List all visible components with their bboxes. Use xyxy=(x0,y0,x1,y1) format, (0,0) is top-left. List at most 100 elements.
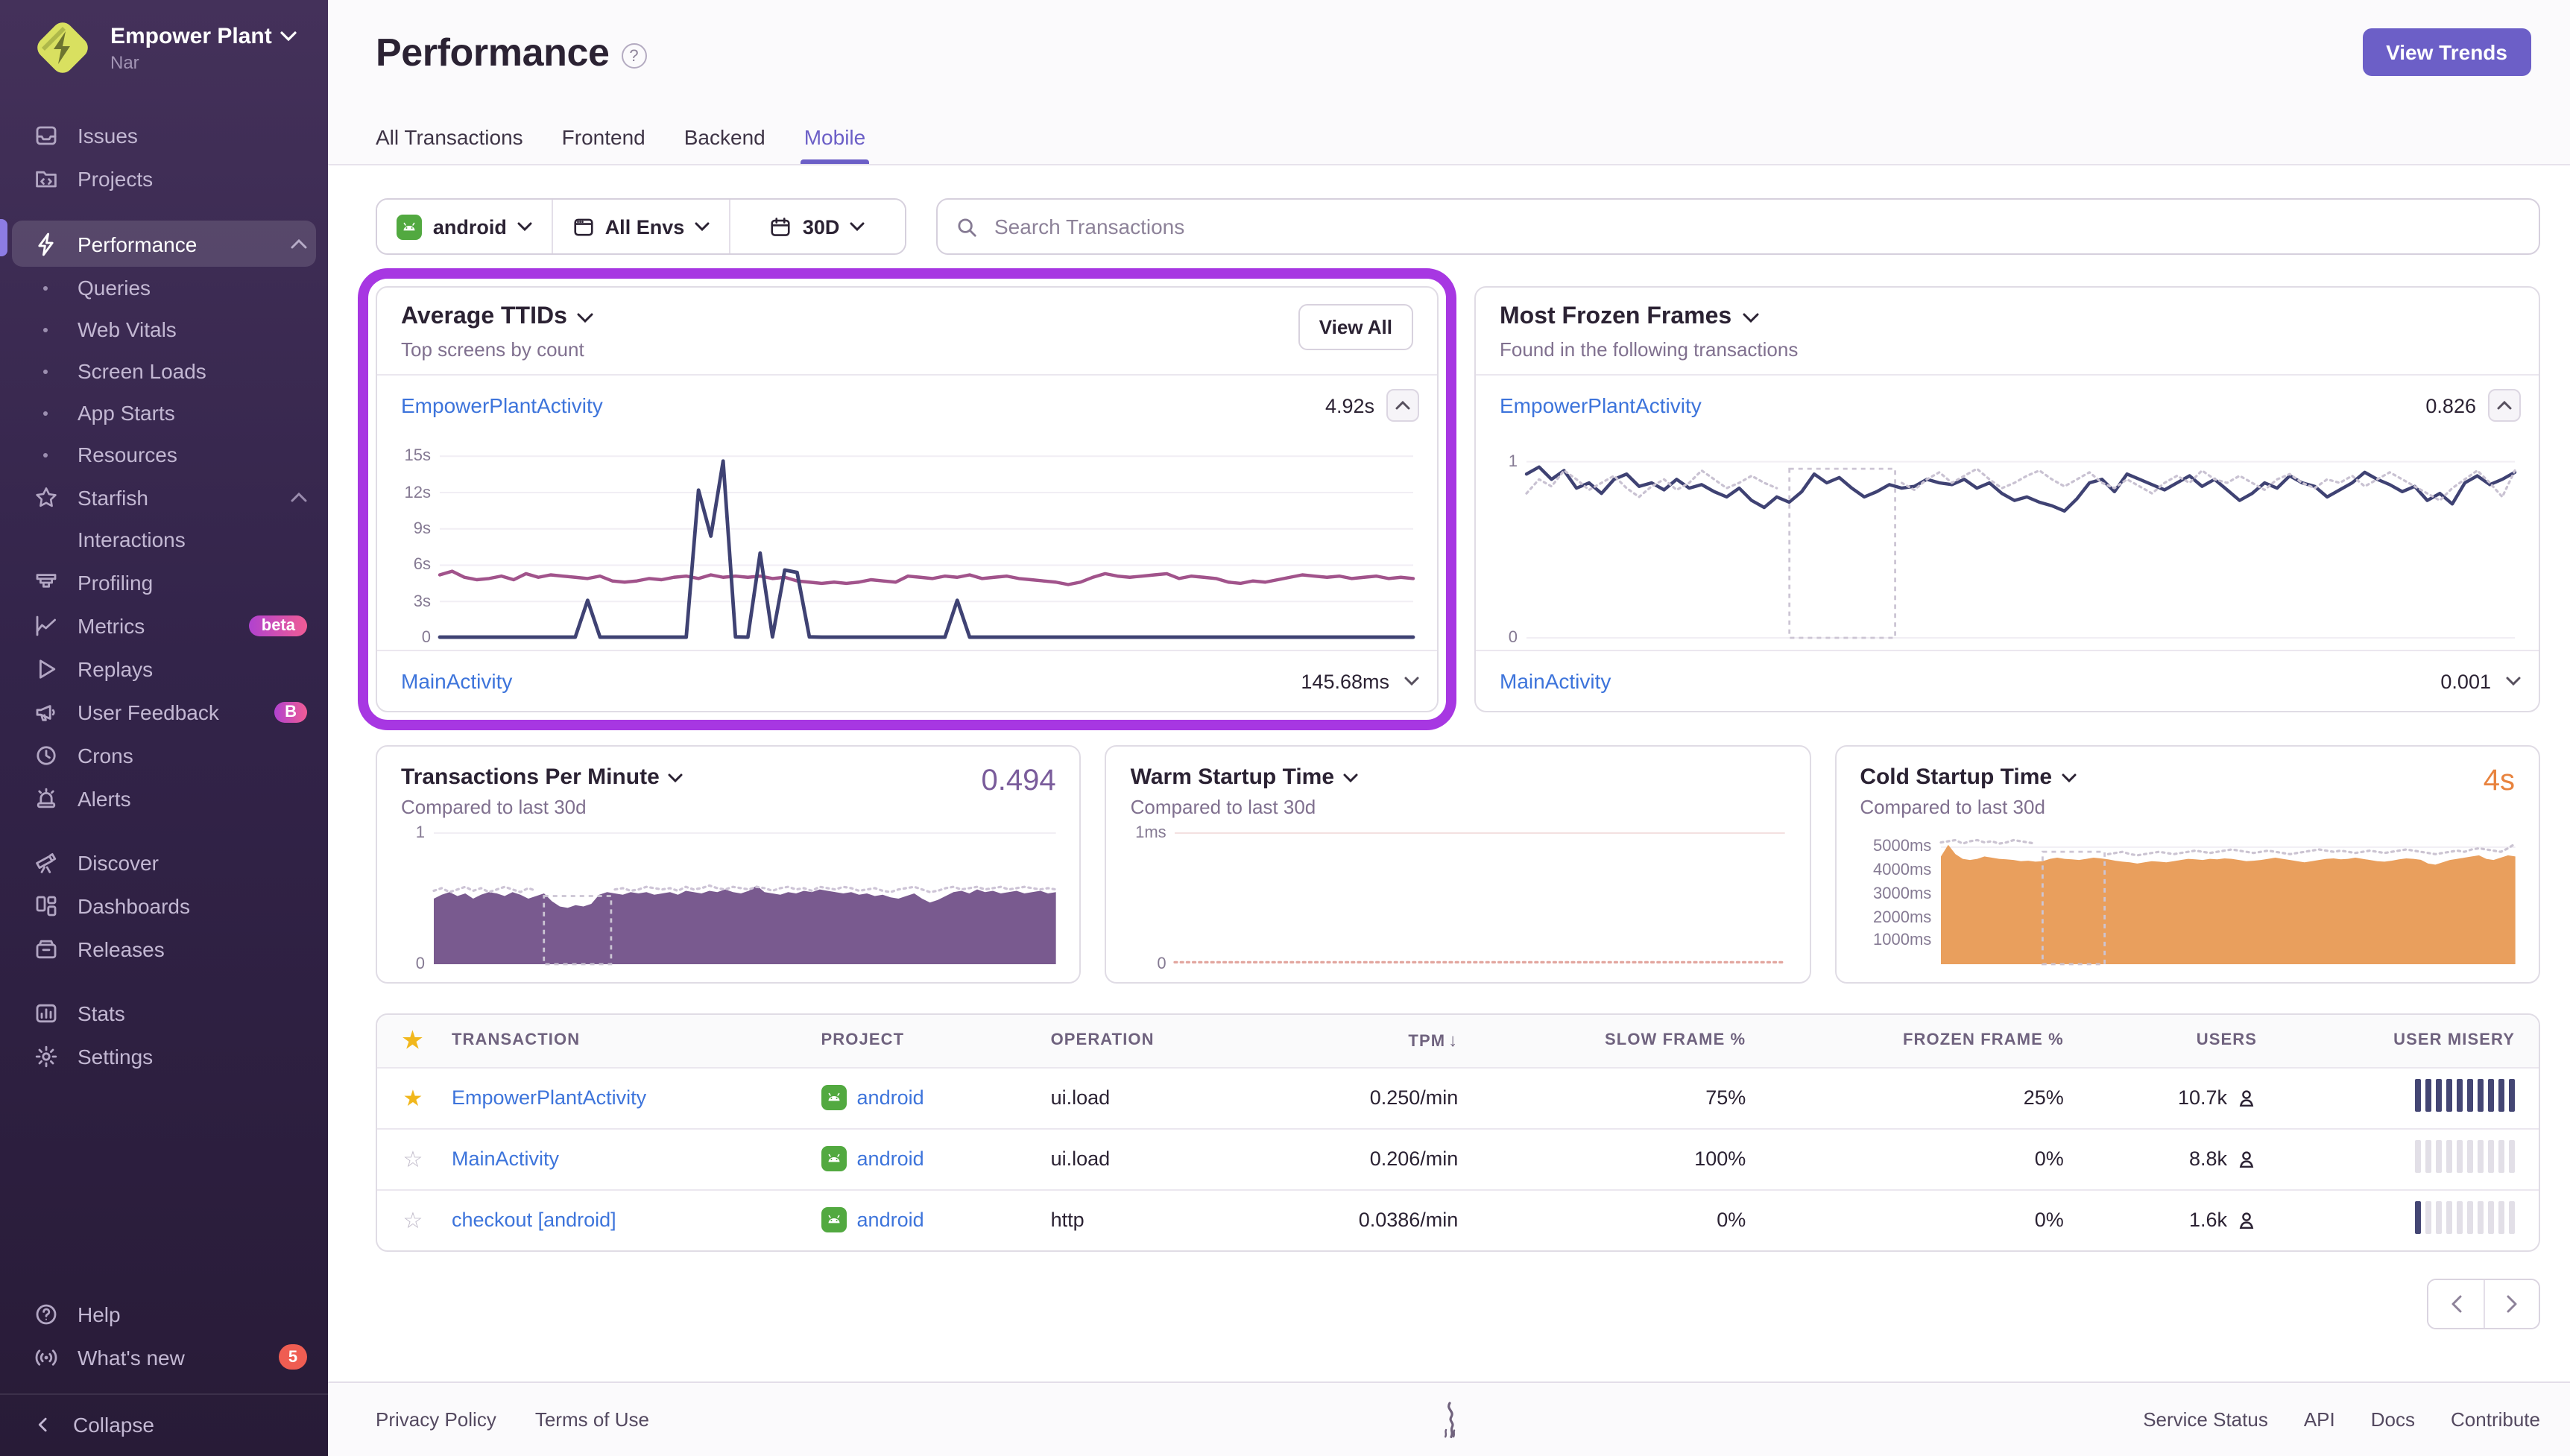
sidebar-item-help[interactable]: Help xyxy=(0,1292,328,1335)
sidebar-item-profiling[interactable]: Profiling xyxy=(0,560,328,604)
users-count: 1.6k xyxy=(2188,1209,2228,1232)
search-input[interactable] xyxy=(991,213,2521,240)
help-question-icon[interactable]: ? xyxy=(621,43,647,69)
user-misery-bars xyxy=(2415,1079,2515,1112)
project-link[interactable]: android xyxy=(821,1085,1003,1110)
star-toggle[interactable]: ★ xyxy=(403,1086,423,1111)
terms-of-use-link[interactable]: Terms of Use xyxy=(535,1408,649,1431)
sidebar-item-starfish[interactable]: Starfish xyxy=(0,475,328,519)
contribute-link[interactable]: Contribute xyxy=(2451,1408,2540,1431)
bullet-icon xyxy=(33,285,58,290)
sidebar-item-whats-new[interactable]: What's new 5 xyxy=(0,1335,328,1379)
privacy-policy-link[interactable]: Privacy Policy xyxy=(376,1408,496,1431)
transaction-link[interactable]: checkout [android] xyxy=(452,1209,616,1232)
user-misery-bars xyxy=(2415,1140,2515,1173)
telescope-icon xyxy=(33,849,58,875)
main-content: Performance ? View Trends All Transactio… xyxy=(328,0,2570,1456)
sidebar-bottom: Help What's new 5 Collapse xyxy=(0,1292,328,1456)
api-link[interactable]: API xyxy=(2304,1408,2335,1431)
col-transaction: Transaction xyxy=(428,1015,798,1067)
star-icon xyxy=(33,484,58,510)
sidebar-item-projects[interactable]: Projects xyxy=(0,156,328,200)
table-row: ☆ checkout [android] android http 0.0386… xyxy=(377,1188,2539,1250)
card-subtitle: Compared to last 30d xyxy=(1860,796,2045,818)
card-title-dropdown[interactable]: Transactions Per Minute xyxy=(401,765,683,790)
slow-frame-cell: 0% xyxy=(1482,1188,1770,1250)
dashboards-icon xyxy=(33,893,58,918)
bullet-icon xyxy=(33,327,58,332)
col-tpm-sort[interactable]: TPM ↓ xyxy=(1257,1015,1483,1067)
sidebar-item-settings[interactable]: Settings xyxy=(0,1034,328,1077)
card-title-dropdown[interactable]: Most Frozen Frames xyxy=(1500,304,2515,331)
tab-bar: All Transactions Frontend Backend Mobile xyxy=(376,125,869,164)
sidebar-item-alerts[interactable]: Alerts xyxy=(0,776,328,820)
ttid-value: 145.68ms xyxy=(1301,670,1389,692)
frozen-frames-chart: 10 xyxy=(1476,435,2539,650)
star-toggle[interactable]: ☆ xyxy=(403,1209,423,1234)
most-frozen-frames-card: Most Frozen Frames Found in the followin… xyxy=(1474,286,2540,712)
org-switcher[interactable]: Empower Plant Nar xyxy=(0,0,328,92)
transaction-link[interactable]: MainActivity xyxy=(1500,669,1611,693)
sidebar-item-interactions[interactable]: Interactions xyxy=(0,519,328,560)
tab-mobile[interactable]: Mobile xyxy=(801,125,869,164)
card-title-dropdown[interactable]: Cold Startup Time xyxy=(1860,765,2076,790)
collapse-row-button[interactable] xyxy=(2488,389,2521,422)
org-logo xyxy=(33,18,92,77)
user-icon xyxy=(2236,1087,2257,1108)
user-icon xyxy=(2236,1148,2257,1169)
expand-row-button[interactable] xyxy=(2506,677,2521,686)
view-trends-button[interactable]: View Trends xyxy=(2362,28,2531,76)
calendar-icon xyxy=(770,215,792,238)
tpm-cell: 0.250/min xyxy=(1257,1066,1483,1128)
card-title-dropdown[interactable]: Average TTIDs xyxy=(401,304,1298,331)
sidebar-item-app-starts[interactable]: App Starts xyxy=(0,392,328,434)
sidebar-item-web-vitals[interactable]: Web Vitals xyxy=(0,308,328,350)
docs-link[interactable]: Docs xyxy=(2371,1408,2415,1431)
project-filter-dropdown[interactable]: android xyxy=(377,200,552,253)
date-filter-dropdown[interactable]: 30D xyxy=(728,200,905,253)
star-column-header[interactable]: ★ xyxy=(377,1015,428,1067)
star-toggle[interactable]: ☆ xyxy=(403,1147,423,1172)
frozen-value: 0.001 xyxy=(2440,670,2491,692)
sidebar-collapse-button[interactable]: Collapse xyxy=(0,1393,328,1453)
transactions-table: ★ Transaction Project Operation TPM ↓ Slo… xyxy=(376,1013,2540,1252)
sidebar-item-screen-loads[interactable]: Screen Loads xyxy=(0,350,328,392)
transaction-link[interactable]: MainActivity xyxy=(401,669,512,693)
transaction-link[interactable]: EmpowerPlantActivity xyxy=(452,1086,646,1109)
sidebar-item-replays[interactable]: Replays xyxy=(0,647,328,690)
env-filter-dropdown[interactable]: All Envs xyxy=(552,200,729,253)
sidebar-item-resources[interactable]: Resources xyxy=(0,434,328,475)
bullet-icon xyxy=(33,452,58,457)
bar-chart-icon xyxy=(33,1000,58,1025)
sidebar-item-issues[interactable]: Issues xyxy=(0,113,328,156)
view-all-button[interactable]: View All xyxy=(1298,304,1413,350)
card-title-dropdown[interactable]: Warm Startup Time xyxy=(1131,765,1358,790)
transaction-link[interactable]: EmpowerPlantActivity xyxy=(401,393,603,417)
project-link[interactable]: android xyxy=(821,1207,1003,1233)
next-page-button[interactable] xyxy=(2484,1280,2539,1328)
transaction-link[interactable]: EmpowerPlantActivity xyxy=(1500,393,1702,417)
sidebar-item-metrics[interactable]: Metrics beta xyxy=(0,604,328,647)
sidebar-item-discover[interactable]: Discover xyxy=(0,841,328,884)
sidebar-item-crons[interactable]: Crons xyxy=(0,733,328,776)
transaction-link[interactable]: MainActivity xyxy=(452,1148,559,1170)
sidebar-item-queries[interactable]: Queries xyxy=(0,267,328,308)
tab-backend[interactable]: Backend xyxy=(684,125,765,164)
performance-icon xyxy=(33,231,58,256)
app: Empower Plant Nar Issues Projects Perfor… xyxy=(0,0,2570,1456)
sidebar-item-user-feedback[interactable]: User Feedback B xyxy=(0,690,328,733)
sidebar-item-performance[interactable]: Performance xyxy=(12,221,316,267)
sidebar-item-dashboards[interactable]: Dashboards xyxy=(0,884,328,927)
sidebar-item-releases[interactable]: Releases xyxy=(0,927,328,970)
prev-page-button[interactable] xyxy=(2428,1280,2484,1328)
tab-frontend[interactable]: Frontend xyxy=(562,125,645,164)
android-icon xyxy=(821,1085,847,1110)
sidebar-item-stats[interactable]: Stats xyxy=(0,991,328,1034)
expand-row-button[interactable] xyxy=(1404,677,1419,686)
chevron-down-icon xyxy=(517,222,532,231)
service-status-link[interactable]: Service Status xyxy=(2143,1408,2268,1431)
tab-all-transactions[interactable]: All Transactions xyxy=(376,125,523,164)
collapse-row-button[interactable] xyxy=(1386,389,1419,422)
project-link[interactable]: android xyxy=(821,1146,1003,1171)
col-users: Users xyxy=(2087,1015,2282,1067)
